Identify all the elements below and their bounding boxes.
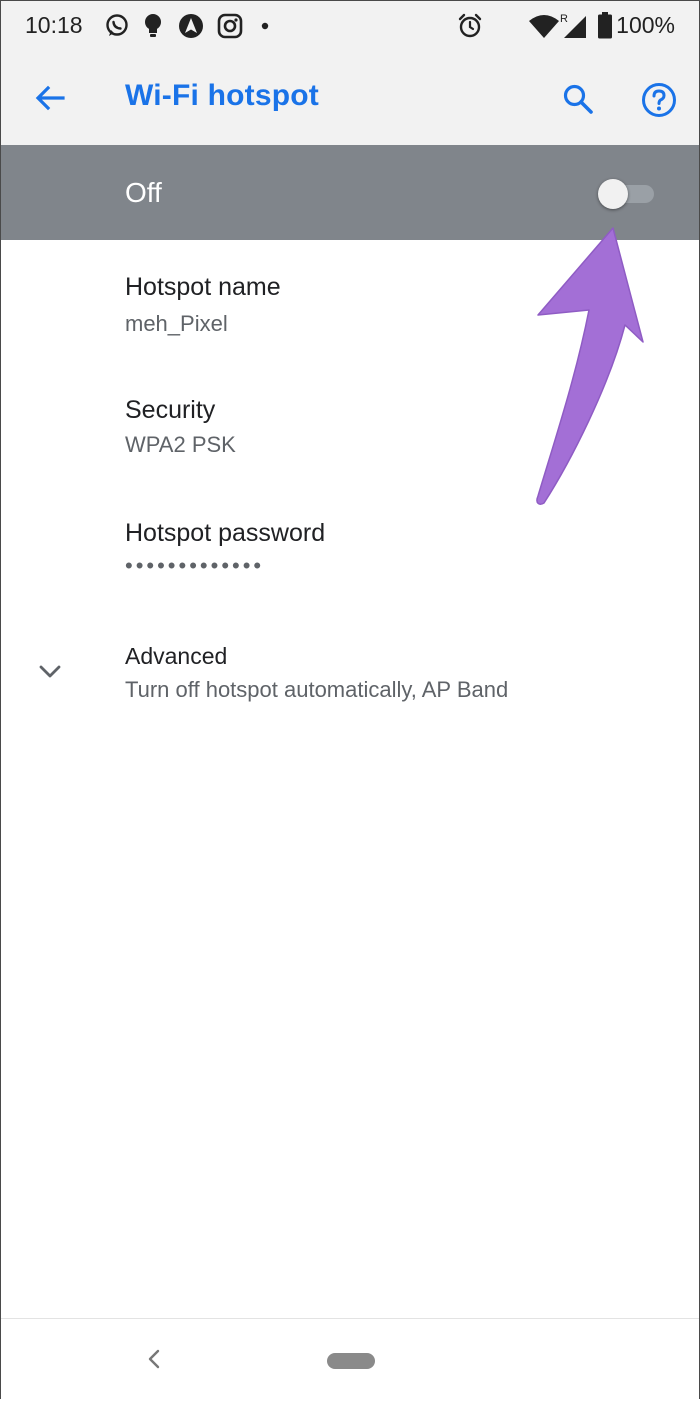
search-icon[interactable] xyxy=(562,83,594,115)
svg-text:R: R xyxy=(560,13,568,25)
hotspot-state-label: Off xyxy=(125,177,162,208)
setting-advanced[interactable]: Advanced Turn off hotspot automatically,… xyxy=(1,607,699,727)
status-bar: 10:18 R 100% xyxy=(1,1,699,51)
hotspot-name-value: meh_Pixel xyxy=(125,311,228,336)
advanced-summary: Turn off hotspot automatically, AP Band xyxy=(125,677,509,702)
navigation-icon xyxy=(179,14,203,38)
dot-icon xyxy=(261,22,269,30)
app-bar: Wi-Fi hotspot xyxy=(1,51,699,145)
whatsapp-icon xyxy=(106,14,128,36)
page-title: Wi-Fi hotspot xyxy=(125,79,319,112)
battery-percentage: 100% xyxy=(616,12,675,38)
back-arrow-icon[interactable] xyxy=(35,85,65,111)
alarm-icon xyxy=(458,13,482,38)
nav-home-pill[interactable] xyxy=(327,1353,375,1369)
roaming-signal-icon: R xyxy=(560,13,586,38)
chevron-down-icon xyxy=(39,665,61,678)
advanced-title: Advanced xyxy=(125,643,228,669)
status-time: 10:18 xyxy=(25,12,83,38)
annotation-arrow xyxy=(536,227,644,505)
hotspot-name-title: Hotspot name xyxy=(125,273,281,301)
nav-back-icon[interactable] xyxy=(147,1349,161,1369)
battery-icon xyxy=(598,12,612,39)
hotspot-toggle[interactable] xyxy=(598,179,656,209)
hotspot-password-title: Hotspot password xyxy=(125,519,326,547)
security-value: WPA2 PSK xyxy=(125,432,236,457)
instagram-icon xyxy=(217,13,243,39)
hotspot-password-masked: ••••••••••••• xyxy=(125,553,265,578)
security-title: Security xyxy=(125,396,216,424)
wifi-icon xyxy=(529,15,559,38)
toggle-thumb xyxy=(598,179,628,209)
lightbulb-icon xyxy=(145,14,161,37)
help-icon[interactable] xyxy=(641,82,677,118)
navigation-bar xyxy=(1,1318,699,1401)
